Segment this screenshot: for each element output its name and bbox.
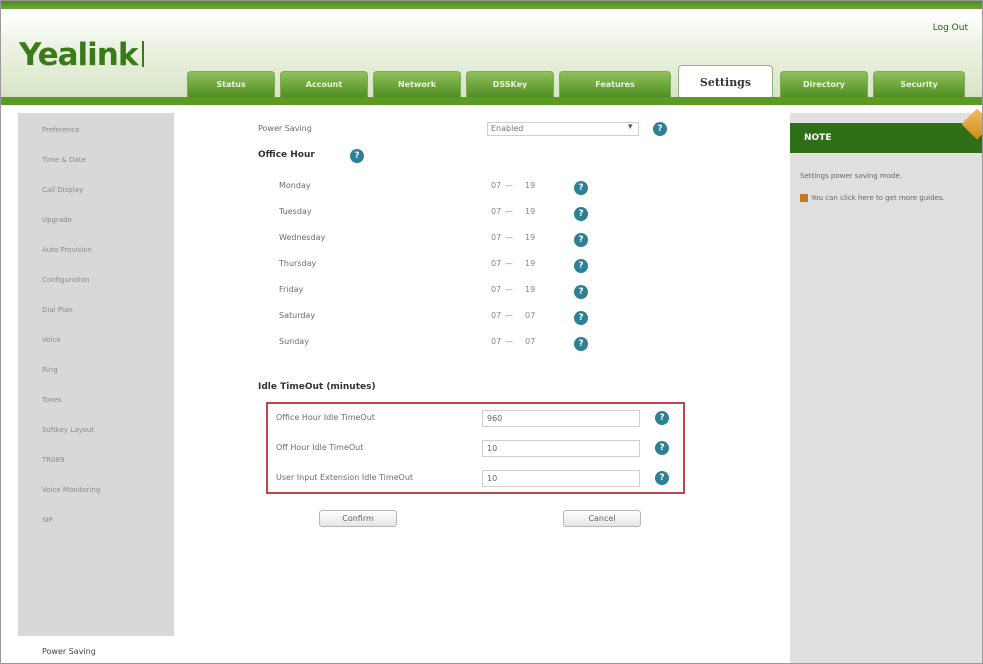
day-label-friday: Friday (279, 285, 304, 294)
cancel-button[interactable]: Cancel (563, 510, 641, 527)
help-icon[interactable]: ? (350, 149, 364, 163)
day-label-wednesday: Wednesday (279, 233, 326, 242)
note-text-line1: Settings power saving mode. (800, 172, 903, 180)
chevron-down-icon: ▾ (628, 122, 633, 132)
help-icon[interactable]: ? (655, 441, 669, 455)
confirm-button[interactable]: Confirm (319, 510, 397, 527)
sidebar-item-voice[interactable]: Voice (18, 325, 174, 355)
tab-status[interactable]: Status (187, 71, 275, 97)
help-icon[interactable]: ? (574, 337, 588, 351)
sidebar-item-ring[interactable]: Ring (18, 355, 174, 385)
sidebar-item-call-display[interactable]: Call Display (18, 175, 174, 205)
day-to-sunday[interactable]: 07 (525, 337, 535, 346)
browser-frame: Yealink Log Out Status Account Network D… (0, 0, 983, 664)
header: Yealink Log Out Status Account Network D… (1, 1, 982, 105)
tab-directory[interactable]: Directory (780, 71, 868, 97)
sidebar-item-softkey-layout[interactable]: Softkey Layout (18, 415, 174, 445)
day-from-tuesday[interactable]: 07 (491, 207, 501, 216)
day-from-thursday[interactable]: 07 (491, 259, 501, 268)
help-icon[interactable]: ? (574, 207, 588, 221)
user-input-ext-idle-label: User Input Extension Idle TimeOut (276, 473, 414, 482)
time-separator: — (505, 233, 513, 242)
time-separator: — (505, 207, 513, 216)
info-icon (800, 194, 808, 202)
help-icon[interactable]: ? (655, 471, 669, 485)
sidebar-item-configuration[interactable]: Configuration (18, 265, 174, 295)
day-to-saturday[interactable]: 07 (525, 311, 535, 320)
day-from-monday[interactable]: 07 (491, 181, 501, 190)
note-panel: NOTE Settings power saving mode. You can… (790, 108, 982, 663)
time-separator: — (505, 181, 513, 190)
header-divider (1, 97, 982, 105)
time-separator: — (505, 311, 513, 320)
sidebar-item-power-saving[interactable]: Power Saving (18, 636, 174, 663)
tab-dsskey[interactable]: DSSKey (466, 71, 554, 97)
help-icon[interactable]: ? (574, 233, 588, 247)
sidebar-item-time-date[interactable]: Time & Date (18, 145, 174, 175)
day-label-thursday: Thursday (279, 259, 317, 268)
sidebar-item-auto-provision[interactable]: Auto Provision (18, 235, 174, 265)
day-to-wednesday[interactable]: 19 (525, 233, 535, 242)
power-saving-select[interactable]: Enabled (487, 122, 639, 136)
day-to-friday[interactable]: 19 (525, 285, 535, 294)
off-hour-idle-label: Off Hour Idle TimeOut (276, 443, 364, 452)
sidebar-item-voice-monitoring[interactable]: Voice Monitoring (18, 475, 174, 505)
note-text-line2: You can click here to get more guides. (800, 193, 976, 203)
sidebar-item-sip[interactable]: SIP (18, 505, 174, 535)
office-hour-title: Office Hour (258, 150, 315, 160)
office-hour-idle-input[interactable]: 960 (482, 410, 640, 427)
sidebar-item-tones[interactable]: Tones (18, 385, 174, 415)
sidebar-item-upgrade[interactable]: Upgrade (18, 205, 174, 235)
help-icon[interactable]: ? (655, 411, 669, 425)
logo-separator (142, 41, 144, 67)
help-icon[interactable]: ? (653, 122, 667, 136)
tab-account[interactable]: Account (280, 71, 368, 97)
idle-timeout-title: Idle TimeOut (minutes) (258, 382, 376, 392)
yealink-logo: Yealink (19, 37, 138, 73)
note-title: NOTE (790, 123, 982, 153)
day-from-saturday[interactable]: 07 (491, 311, 501, 320)
help-icon[interactable]: ? (574, 259, 588, 273)
day-label-monday: Monday (279, 181, 311, 190)
help-icon[interactable]: ? (574, 311, 588, 325)
day-label-tuesday: Tuesday (279, 207, 312, 216)
logout-link[interactable]: Log Out (933, 23, 968, 33)
tab-settings[interactable]: Settings (678, 65, 773, 99)
time-separator: — (505, 259, 513, 268)
user-input-ext-idle-input[interactable]: 10 (482, 470, 640, 487)
sidebar-item-preference[interactable]: Preference (18, 115, 174, 145)
help-icon[interactable]: ? (574, 181, 588, 195)
day-to-tuesday[interactable]: 19 (525, 207, 535, 216)
day-label-saturday: Saturday (279, 311, 316, 320)
power-saving-label: Power Saving (258, 124, 312, 133)
day-label-sunday: Sunday (279, 337, 309, 346)
off-hour-idle-input[interactable]: 10 (482, 440, 640, 457)
time-separator: — (505, 285, 513, 294)
day-from-friday[interactable]: 07 (491, 285, 501, 294)
day-from-wednesday[interactable]: 07 (491, 233, 501, 242)
help-icon[interactable]: ? (574, 285, 588, 299)
time-separator: — (505, 337, 513, 346)
sidebar-item-dial-plan[interactable]: Dial Plan (18, 295, 174, 325)
day-to-monday[interactable]: 19 (525, 181, 535, 190)
top-accent-bar (1, 1, 982, 9)
day-to-thursday[interactable]: 19 (525, 259, 535, 268)
sidebar: Preference Time & Date Call Display Upgr… (18, 113, 174, 663)
tab-security[interactable]: Security (873, 71, 965, 97)
sidebar-item-tr069[interactable]: TR069 (18, 445, 174, 475)
tab-features[interactable]: Features (559, 71, 671, 97)
office-hour-idle-label: Office Hour Idle TimeOut (276, 413, 375, 422)
note-link[interactable]: You can click here to get more guides. (811, 194, 945, 202)
day-from-sunday[interactable]: 07 (491, 337, 501, 346)
tab-network[interactable]: Network (373, 71, 461, 97)
